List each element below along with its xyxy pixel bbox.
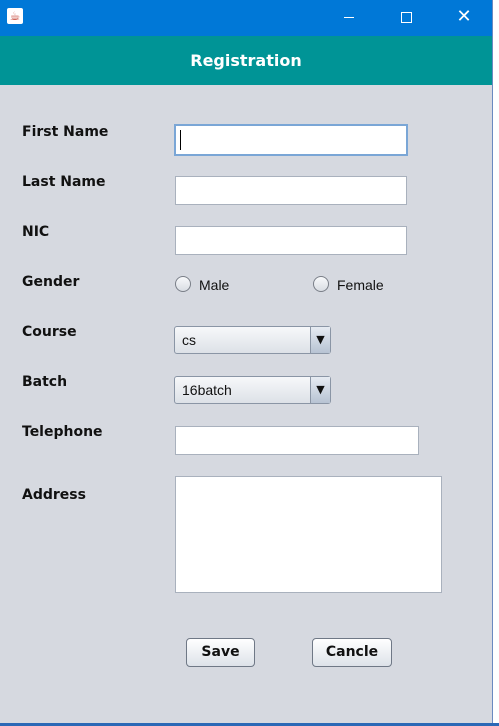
title-bar[interactable]: ☕ ✕	[0, 0, 492, 36]
course-label: Course	[22, 324, 77, 340]
close-button[interactable]: ✕	[441, 0, 487, 36]
male-radio[interactable]	[175, 276, 191, 292]
first-name-field[interactable]	[174, 124, 408, 156]
course-selected-value: cs	[182, 332, 196, 348]
nic-label: NIC	[22, 224, 50, 240]
last-name-field[interactable]	[175, 176, 407, 205]
minimize-button[interactable]	[326, 0, 372, 36]
java-cup-icon[interactable]: ☕	[7, 8, 23, 24]
window-edge	[493, 0, 499, 723]
last-name-label: Last Name	[22, 174, 106, 190]
batch-select[interactable]: 16batch ▼	[174, 376, 331, 404]
batch-selected-value: 16batch	[182, 382, 232, 398]
batch-label: Batch	[22, 374, 68, 390]
dropdown-arrow-icon[interactable]: ▼	[310, 377, 330, 403]
dropdown-arrow-icon[interactable]: ▼	[310, 327, 330, 353]
gender-label: Gender	[22, 274, 80, 290]
female-radio-label[interactable]: Female	[337, 277, 384, 293]
address-textarea[interactable]	[175, 476, 442, 593]
nic-field[interactable]	[175, 226, 407, 255]
first-name-label: First Name	[22, 124, 109, 140]
female-radio[interactable]	[313, 276, 329, 292]
cancel-button[interactable]: Cancle	[312, 638, 392, 667]
address-label: Address	[22, 487, 86, 503]
text-caret	[180, 130, 181, 150]
male-radio-label[interactable]: Male	[199, 277, 229, 293]
maximize-button[interactable]	[383, 0, 429, 36]
telephone-field[interactable]	[175, 426, 419, 455]
minimize-icon	[344, 17, 354, 18]
registration-window: ☕ ✕ Registration First Name Last Name NI…	[0, 0, 493, 723]
maximize-icon	[401, 12, 412, 23]
telephone-label: Telephone	[22, 424, 103, 440]
save-button[interactable]: Save	[186, 638, 255, 667]
close-icon: ✕	[456, 6, 472, 27]
header-banner: Registration	[0, 36, 492, 85]
page-title: Registration	[190, 51, 302, 70]
course-select[interactable]: cs ▼	[174, 326, 331, 354]
